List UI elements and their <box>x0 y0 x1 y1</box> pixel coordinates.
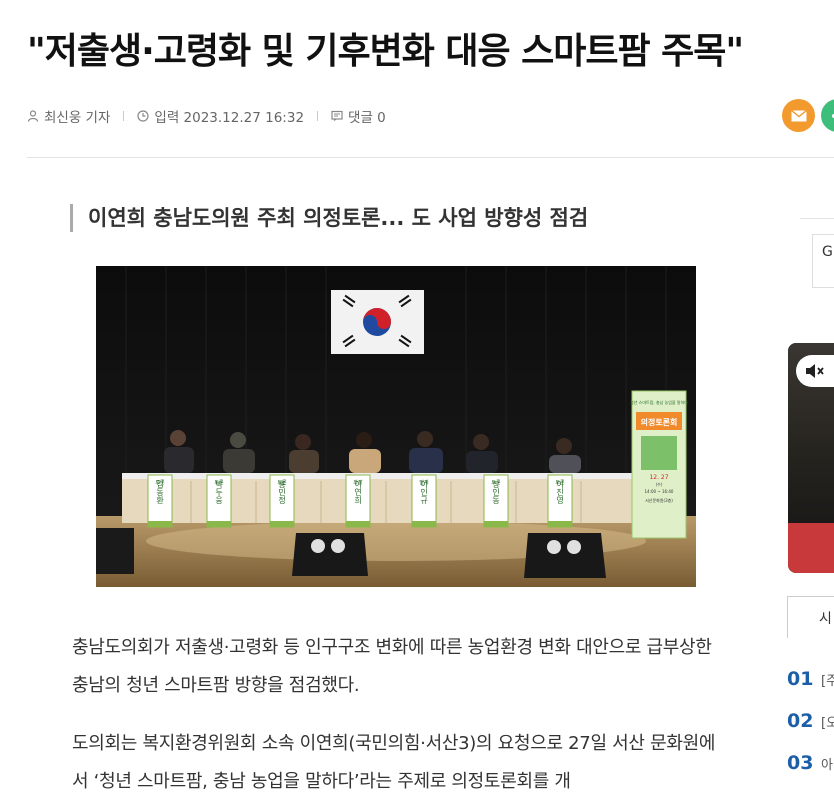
meta-divider <box>317 111 319 121</box>
korean-flag <box>331 290 424 354</box>
publish-date-text: 입력 2023.12.27 16:32 <box>154 110 305 126</box>
nameplate-name: 이인규 <box>420 479 429 505</box>
rank-title[interactable]: [오 <box>821 712 834 731</box>
banner-date: 12. 27 <box>649 474 668 481</box>
banner-day: (수) <box>656 481 663 487</box>
mute-button[interactable] <box>796 355 834 387</box>
video-thumbnail <box>788 343 834 523</box>
nameplate-name: 홍민정 <box>278 479 287 504</box>
sidebar-tab[interactable]: 시 <box>787 596 834 638</box>
article-paragraph: 도의회는 복지환경위원회 소속 이연희(국민의힘·서산3)의 요청으로 27일 … <box>72 733 716 792</box>
video-banner <box>788 523 834 573</box>
share-buttons <box>782 99 834 132</box>
event-banner: 청년 스마트팜, 충남 농업을 말하다 의정토론회 12. 27 (수) 14:… <box>630 390 688 539</box>
banner-top: 청년 스마트팜, 충남 농업을 말하다 <box>630 399 688 405</box>
article-headline: "저출생·고령화 및 기후변화 대응 스마트팜 주목" <box>27 31 744 72</box>
nameplate-name: 이진영 <box>556 479 565 504</box>
article-photo[interactable]: 토론 김동환 토론 박두웅 토론 홍민정 좌장 이연희 발제 이인규 토론 장인동 토론 이진… <box>96 266 696 587</box>
sidebar-video-ad[interactable] <box>788 343 834 573</box>
meta-divider <box>123 111 125 121</box>
ranking-item[interactable]: 02 [오 <box>787 710 834 732</box>
rank-title[interactable]: [주 <box>821 670 834 689</box>
comments-link[interactable]: 댓글 0 <box>331 106 386 126</box>
rank-number: 02 <box>787 710 814 732</box>
mail-icon <box>790 109 807 121</box>
rank-number: 01 <box>787 668 814 690</box>
banner-title: 의정토론회 <box>641 417 678 427</box>
article-paragraph: 충남도의회가 저출생·고령화 등 인구구조 변화에 따른 농업환경 변화 대안으… <box>72 637 712 696</box>
rank-title[interactable]: 아 <box>821 754 833 773</box>
share-icon <box>831 113 834 118</box>
nameplates: 토론김동환 토론박두웅 토론홍민정 좌장이연희 발제이인규 토론장인동 토론이진… <box>147 474 573 528</box>
sidebar-search-box[interactable]: G <box>812 234 834 288</box>
nameplate-name: 김동환 <box>155 479 164 504</box>
article-subheadline: 이연희 충남도의원 주최 의정토론... 도 사업 방향성 점검 <box>70 204 588 232</box>
comment-count[interactable]: 댓글 0 <box>348 106 386 126</box>
share-button[interactable] <box>821 99 834 132</box>
forum-photo-illustration: 토론김동환 토론박두웅 토론홍민정 좌장이연희 발제이인규 토론장인동 토론이진… <box>96 266 696 587</box>
author: 최신웅 기자 <box>27 106 110 126</box>
mail-share-button[interactable] <box>782 99 815 132</box>
publish-date: 입력 2023.12.27 16:32 <box>137 106 304 126</box>
banner-venue: 서산문화원(3층) <box>645 497 673 503</box>
clock-icon <box>137 110 150 122</box>
comment-icon <box>331 110 343 121</box>
article-meta: 최신웅 기자 입력 2023.12.27 16:32 댓글 0 <box>27 106 386 126</box>
ranking-item[interactable]: 01 [주 <box>787 668 834 690</box>
rank-number: 03 <box>787 752 814 774</box>
nameplate-name: 이연희 <box>354 479 363 505</box>
sidebar-divider <box>800 218 834 219</box>
banner-time: 14:00 ~ 16:40 <box>645 489 674 494</box>
nameplate-name: 장인동 <box>491 479 500 504</box>
ranking-item[interactable]: 03 아 <box>787 752 833 774</box>
nameplate-name: 박두웅 <box>214 479 223 504</box>
person-icon <box>27 110 39 122</box>
mute-icon <box>806 364 824 378</box>
author-name[interactable]: 최신웅 기자 <box>44 106 110 126</box>
header-divider <box>27 157 834 158</box>
